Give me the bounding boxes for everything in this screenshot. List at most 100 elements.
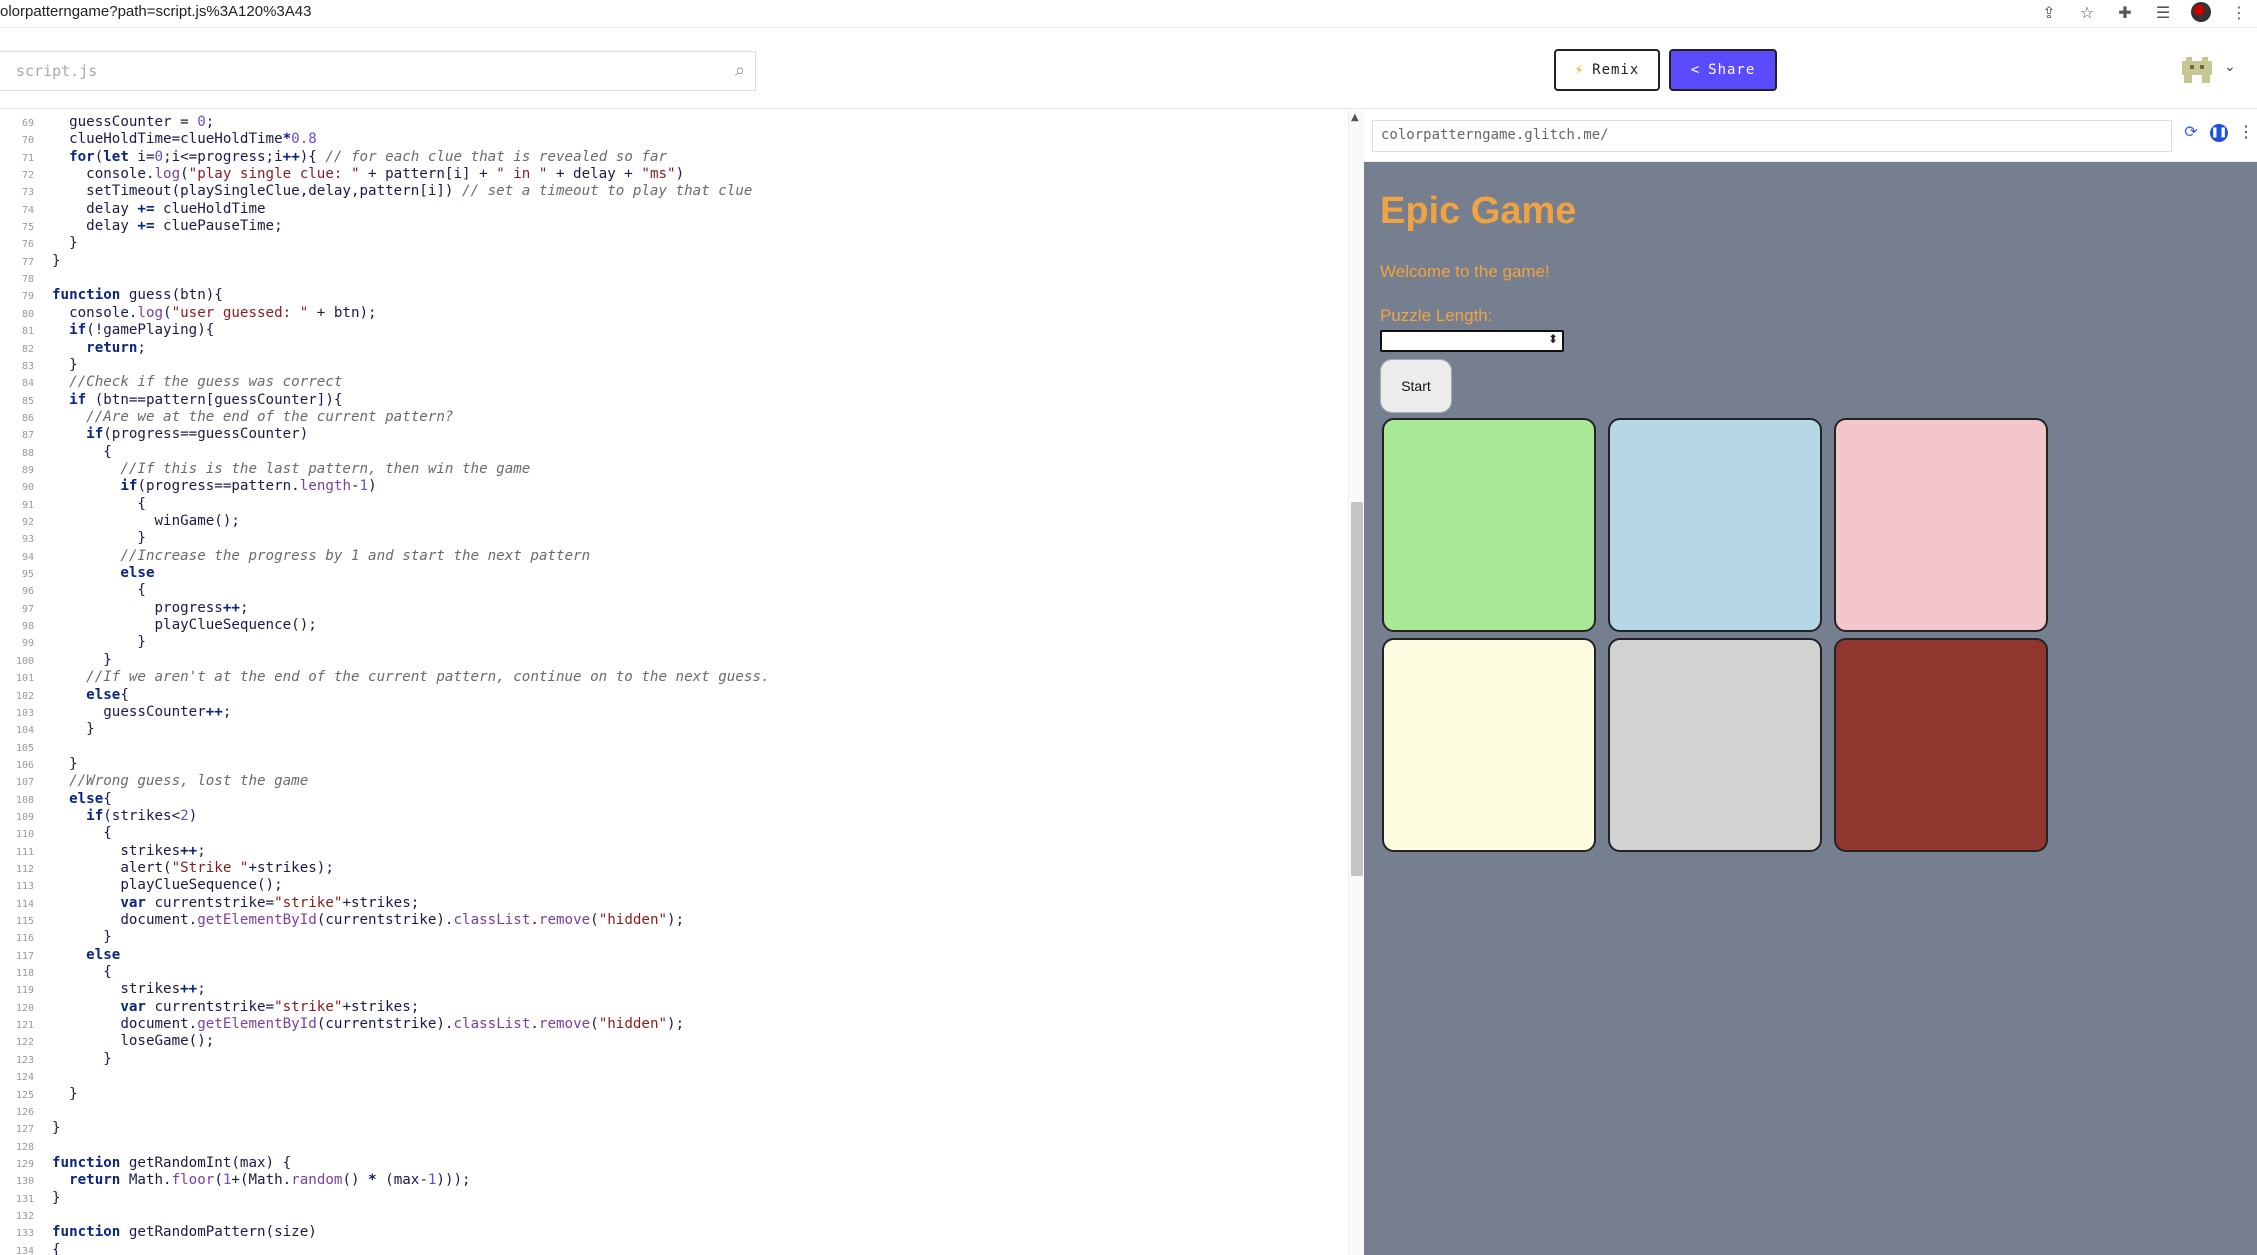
- code-line[interactable]: 99 }: [0, 634, 1340, 651]
- code-line[interactable]: 75 delay += cluePauseTime;: [0, 218, 1340, 235]
- avatar[interactable]: [2191, 2, 2211, 22]
- game-button-3[interactable]: [1834, 418, 2048, 632]
- chevron-down-icon[interactable]: ⌄: [2224, 59, 2236, 75]
- code-line[interactable]: 101 //If we aren't at the end of the cur…: [0, 669, 1340, 686]
- code-line[interactable]: 118 {: [0, 964, 1340, 981]
- code-line[interactable]: 70 clueHoldTime=clueHoldTime*0.8: [0, 131, 1340, 148]
- code-line[interactable]: 72 console.log("play single clue: " + pa…: [0, 166, 1340, 183]
- code-line[interactable]: 125 }: [0, 1086, 1340, 1103]
- menu-icon[interactable]: ⋮: [2229, 3, 2249, 22]
- file-search[interactable]: script.js ⌕: [0, 51, 756, 91]
- code-line[interactable]: 123 }: [0, 1051, 1340, 1068]
- code-line[interactable]: 85 if (btn==pattern[guessCounter]){: [0, 392, 1340, 409]
- game-button-5[interactable]: [1608, 638, 1822, 852]
- editor-scrollbar[interactable]: ▲: [1348, 110, 1364, 1255]
- game-button-2[interactable]: [1608, 418, 1822, 632]
- line-number: 91: [21, 499, 34, 511]
- code-line[interactable]: 82 return;: [0, 340, 1340, 357]
- code-line[interactable]: 117 else: [0, 947, 1340, 964]
- line-number: 94: [21, 551, 34, 563]
- code-line[interactable]: 108 else{: [0, 791, 1340, 808]
- code-line[interactable]: 120 var currentstrike="strike"+strikes;: [0, 999, 1340, 1016]
- code-line[interactable]: 104 }: [0, 721, 1340, 738]
- refresh-icon[interactable]: ⟳: [2181, 122, 2201, 142]
- code-line[interactable]: 83 }: [0, 357, 1340, 374]
- code-line[interactable]: 98 playClueSequence();: [0, 617, 1340, 634]
- code-line[interactable]: 78: [0, 270, 1340, 287]
- code-line[interactable]: 131}: [0, 1190, 1340, 1207]
- line-number: 117: [15, 950, 34, 962]
- code-line[interactable]: 73 setTimeout(playSingleClue,delay,patte…: [0, 183, 1340, 200]
- code-line[interactable]: 91 {: [0, 496, 1340, 513]
- game-button-4[interactable]: [1382, 638, 1596, 852]
- code-line[interactable]: 89 //If this is the last pattern, then w…: [0, 461, 1340, 478]
- code-line[interactable]: 94 //Increase the progress by 1 and star…: [0, 548, 1340, 565]
- start-button[interactable]: Start: [1380, 359, 1452, 413]
- code-line[interactable]: 132: [0, 1207, 1340, 1224]
- code-line[interactable]: 126: [0, 1103, 1340, 1120]
- search-icon[interactable]: ⌕: [735, 60, 745, 81]
- puzzle-length-select[interactable]: ⬍: [1380, 330, 1564, 352]
- code-line[interactable]: 86 //Are we at the end of the current pa…: [0, 409, 1340, 426]
- extensions-icon[interactable]: ✚: [2115, 3, 2135, 22]
- code-line[interactable]: 100 }: [0, 652, 1340, 669]
- preview-url-field[interactable]: colorpatterngame.glitch.me/: [1372, 120, 2172, 152]
- code-line[interactable]: 116 }: [0, 929, 1340, 946]
- code-line[interactable]: 93 }: [0, 530, 1340, 547]
- code-line[interactable]: 130 return Math.floor(1+(Math.random() *…: [0, 1172, 1340, 1189]
- code-line[interactable]: 124: [0, 1068, 1340, 1085]
- code-line[interactable]: 81 if(!gamePlaying){: [0, 322, 1340, 339]
- scroll-up-icon[interactable]: ▲: [1351, 112, 1359, 123]
- code-line[interactable]: 76 }: [0, 235, 1340, 252]
- code-line[interactable]: 97 progress++;: [0, 600, 1340, 617]
- line-number: 86: [21, 412, 34, 424]
- code-line[interactable]: 119 strikes++;: [0, 981, 1340, 998]
- code-line[interactable]: 113 playClueSequence();: [0, 877, 1340, 894]
- code-line[interactable]: 129 function getRandomInt(max) {: [0, 1155, 1340, 1172]
- code-line[interactable]: 71 for(let i=0;i<=progress;i++){ // for …: [0, 149, 1340, 166]
- share-icon[interactable]: ⇪: [2039, 3, 2059, 22]
- code-line[interactable]: 84 //Check if the guess was correct: [0, 374, 1340, 391]
- line-number: 109: [15, 811, 34, 823]
- star-icon[interactable]: ☆: [2077, 3, 2097, 22]
- code-line[interactable]: 103 guessCounter++;: [0, 704, 1340, 721]
- code-line[interactable]: 112 alert("Strike "+strikes);: [0, 860, 1340, 877]
- code-line[interactable]: 95 else: [0, 565, 1340, 582]
- code-line[interactable]: 133 function getRandomPattern(size): [0, 1224, 1340, 1241]
- code-line[interactable]: 88 {: [0, 444, 1340, 461]
- code-line[interactable]: 106 }: [0, 756, 1340, 773]
- code-line[interactable]: 115 document.getElementById(currentstrik…: [0, 912, 1340, 929]
- code-line[interactable]: 77}: [0, 253, 1340, 270]
- code-line[interactable]: 80 console.log("user guessed: " + btn);: [0, 305, 1340, 322]
- code-line[interactable]: 87 if(progress==guessCounter): [0, 426, 1340, 443]
- more-icon[interactable]: ⋮: [2236, 122, 2256, 142]
- game-button-6[interactable]: [1834, 638, 2048, 852]
- reading-list-icon[interactable]: ☰: [2153, 3, 2173, 22]
- browser-url[interactable]: olorpatterngame?path=script.js%3A120%3A4…: [0, 3, 311, 20]
- code-line[interactable]: 92 winGame();: [0, 513, 1340, 530]
- code-line[interactable]: 69 guessCounter = 0;: [0, 114, 1340, 131]
- code-line[interactable]: 107 //Wrong guess, lost the game: [0, 773, 1340, 790]
- game-button-1[interactable]: [1382, 418, 1596, 632]
- code-line[interactable]: 96 {: [0, 582, 1340, 599]
- code-editor[interactable]: 69 guessCounter = 0; 70 clueHoldTime=clue…: [0, 110, 1348, 1255]
- code-line[interactable]: 105: [0, 739, 1340, 756]
- code-line[interactable]: 110 {: [0, 825, 1340, 842]
- code-line[interactable]: 127}: [0, 1120, 1340, 1137]
- code-line[interactable]: 102 else{: [0, 687, 1340, 704]
- code-line[interactable]: 111 strikes++;: [0, 843, 1340, 860]
- remix-button[interactable]: ⚡ Remix: [1554, 49, 1660, 91]
- code-line[interactable]: 79 function guess(btn){: [0, 287, 1340, 304]
- share-button[interactable]: < Share: [1669, 49, 1777, 91]
- pause-icon[interactable]: ❚❚: [2210, 124, 2228, 142]
- code-line[interactable]: 74 delay += clueHoldTime: [0, 201, 1340, 218]
- code-line[interactable]: 90 if(progress==pattern.length-1): [0, 478, 1340, 495]
- scrollbar-thumb[interactable]: [1351, 502, 1363, 876]
- code-line[interactable]: 114 var currentstrike="strike"+strikes;: [0, 895, 1340, 912]
- code-line[interactable]: 134{: [0, 1242, 1340, 1255]
- code-line[interactable]: 121 document.getElementById(currentstrik…: [0, 1016, 1340, 1033]
- glitch-logo-icon[interactable]: [2182, 57, 2212, 83]
- code-line[interactable]: 122 loseGame();: [0, 1033, 1340, 1050]
- code-line[interactable]: 128: [0, 1138, 1340, 1155]
- code-line[interactable]: 109 if(strikes<2): [0, 808, 1340, 825]
